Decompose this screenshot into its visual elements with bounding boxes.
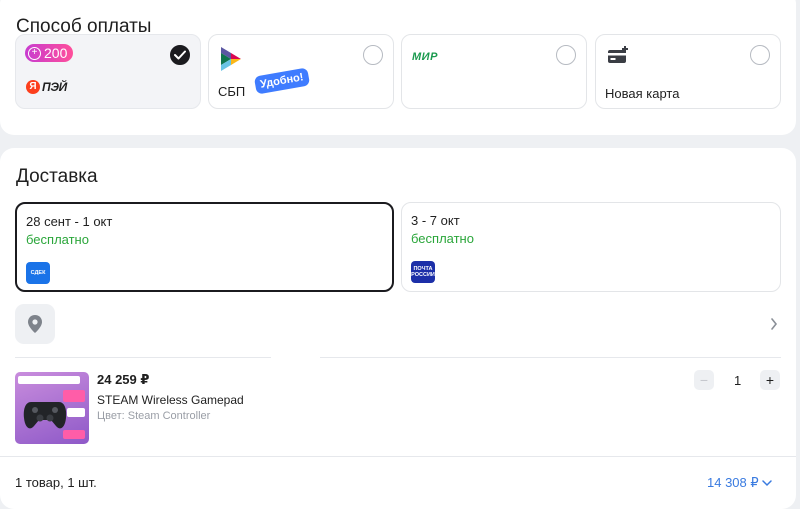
delivery-price: бесплатно [26,232,89,247]
address-selector[interactable] [15,304,55,344]
sbp-label: СБП [218,84,246,99]
chevron-down-icon [761,479,772,486]
plus-points-value: 200 [44,45,68,61]
gamepad-icon [23,402,67,429]
yandex-logo-icon: Я [26,80,40,94]
convenient-badge: Удобно! [253,67,310,95]
location-pin-icon [28,315,42,333]
plus-points-badge: + 200 [25,44,74,62]
product-image[interactable] [15,372,89,444]
order-summary: 1 товар, 1 шт. [15,475,97,490]
divider [320,357,781,358]
payment-radio-yapay[interactable] [170,45,190,65]
delivery-section: Доставка 28 сент - 1 окт бесплатно СДЕК … [0,148,796,509]
payment-radio-new-card[interactable] [750,45,770,65]
product-image-tag [67,408,85,417]
order-total: 14 308 ₽ [707,475,759,490]
new-card-label: Новая карта [605,86,680,101]
payment-option-sbp[interactable]: СБП Удобно! [208,34,394,109]
product-image-banner [18,376,80,384]
quantity-increase-button[interactable]: + [760,370,780,390]
yandex-pay-label: ПЭЙ [42,80,67,94]
check-icon [174,50,186,60]
delivery-option-cdek[interactable]: 28 сент - 1 окт бесплатно СДЕК [15,202,394,292]
delivery-dates: 28 сент - 1 окт [26,214,113,229]
divider [0,456,796,457]
product-name[interactable]: STEAM Wireless Gamepad [97,393,244,407]
sbp-logo-icon [221,47,241,71]
payment-option-new-card[interactable]: Новая карта [595,34,781,109]
delivery-title: Доставка [16,166,98,187]
yandex-pay-logo: Я ПЭЙ [26,80,67,94]
payment-radio-sbp[interactable] [363,45,383,65]
delivery-price: бесплатно [411,231,474,246]
delivery-option-pochta[interactable]: 3 - 7 окт бесплатно ПОЧТА РОССИИ [401,202,781,292]
product-price: 24 259 ₽ [97,372,150,387]
cdek-logo-icon: СДЕК [26,262,50,284]
mir-logo-icon: МИР [412,51,438,63]
payment-radio-mir[interactable] [556,45,576,65]
quantity-value: 1 [734,373,742,388]
payment-option-yapay[interactable]: + 200 Я ПЭЙ [15,34,201,109]
russian-post-logo-icon: ПОЧТА РОССИИ [411,261,435,283]
chevron-right-icon[interactable] [770,318,778,330]
divider [15,357,271,358]
add-card-icon [608,46,628,63]
order-total-toggle[interactable]: 14 308 ₽ [707,475,772,491]
payment-option-mir[interactable]: МИР [401,34,587,109]
payment-section: Способ оплаты + 200 Я ПЭЙ СБП Удобно! МИ… [0,0,796,135]
delivery-dates: 3 - 7 окт [411,213,460,228]
plus-points-icon: + [28,46,41,60]
product-color: Цвет: Steam Controller [97,410,211,422]
quantity-decrease-button[interactable]: − [694,370,714,390]
